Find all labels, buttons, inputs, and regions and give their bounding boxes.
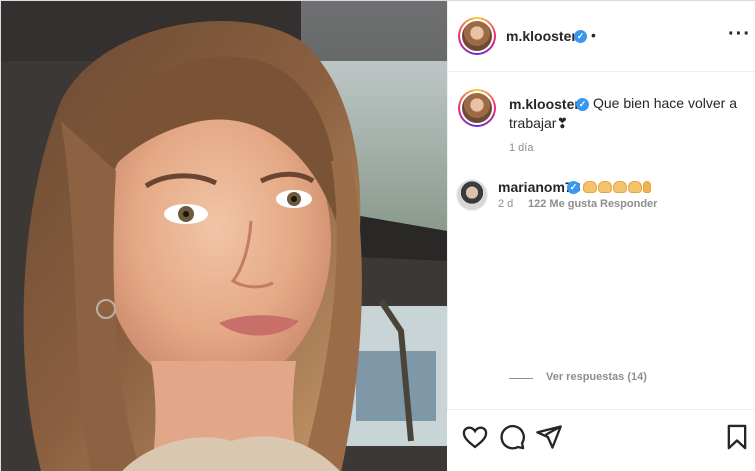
post-photo[interactable] bbox=[1, 1, 447, 471]
commenter-avatar[interactable] bbox=[456, 179, 488, 211]
clap-emoji-icon bbox=[628, 180, 642, 193]
clap-emoji-icon bbox=[583, 180, 597, 193]
caption-text-line1: Que bien hace volver a bbox=[593, 95, 737, 111]
view-replies-button[interactable]: Ver respuestas (14) bbox=[546, 371, 647, 383]
clap-emoji-icon bbox=[613, 180, 627, 193]
comment-emojis bbox=[583, 179, 652, 193]
header-divider bbox=[447, 71, 755, 72]
caption-author-avatar[interactable] bbox=[458, 89, 496, 127]
author-avatar[interactable] bbox=[458, 17, 496, 55]
comment-likes[interactable]: 122 Me gusta bbox=[528, 198, 597, 210]
comment-reply-button[interactable]: Responder bbox=[600, 198, 657, 210]
bookmark-icon[interactable] bbox=[723, 423, 751, 451]
post-actions-bar bbox=[447, 409, 755, 471]
selfie-image bbox=[1, 1, 447, 471]
clap-emoji-icon bbox=[598, 180, 612, 193]
clap-emoji-icon bbox=[643, 180, 651, 193]
caption-text-line2: trabajar❣ bbox=[509, 113, 568, 133]
comment-time: 2 d bbox=[498, 198, 514, 210]
caption-username[interactable]: m.klooster bbox=[509, 96, 580, 112]
caption-verified-badge-icon: ✓ bbox=[576, 98, 589, 111]
comment-icon[interactable] bbox=[498, 423, 526, 451]
heart-icon[interactable] bbox=[461, 423, 489, 451]
replies-divider-line bbox=[509, 378, 533, 379]
share-icon[interactable] bbox=[535, 423, 563, 451]
caption-time: 1 día bbox=[509, 142, 534, 154]
caption-text-line2-words: trabajar bbox=[509, 115, 557, 131]
instagram-post: m.klooster ✓ • ··· m.klooster ✓ Que bien… bbox=[0, 0, 755, 471]
header-separator: • bbox=[591, 27, 596, 43]
more-options-icon[interactable]: ··· bbox=[728, 23, 750, 46]
commenter-verified-badge-icon: ✓ bbox=[567, 181, 580, 194]
heart-exclamation-emoji: ❣ bbox=[556, 115, 569, 131]
author-username[interactable]: m.klooster bbox=[506, 28, 577, 44]
verified-badge-icon: ✓ bbox=[574, 30, 587, 43]
